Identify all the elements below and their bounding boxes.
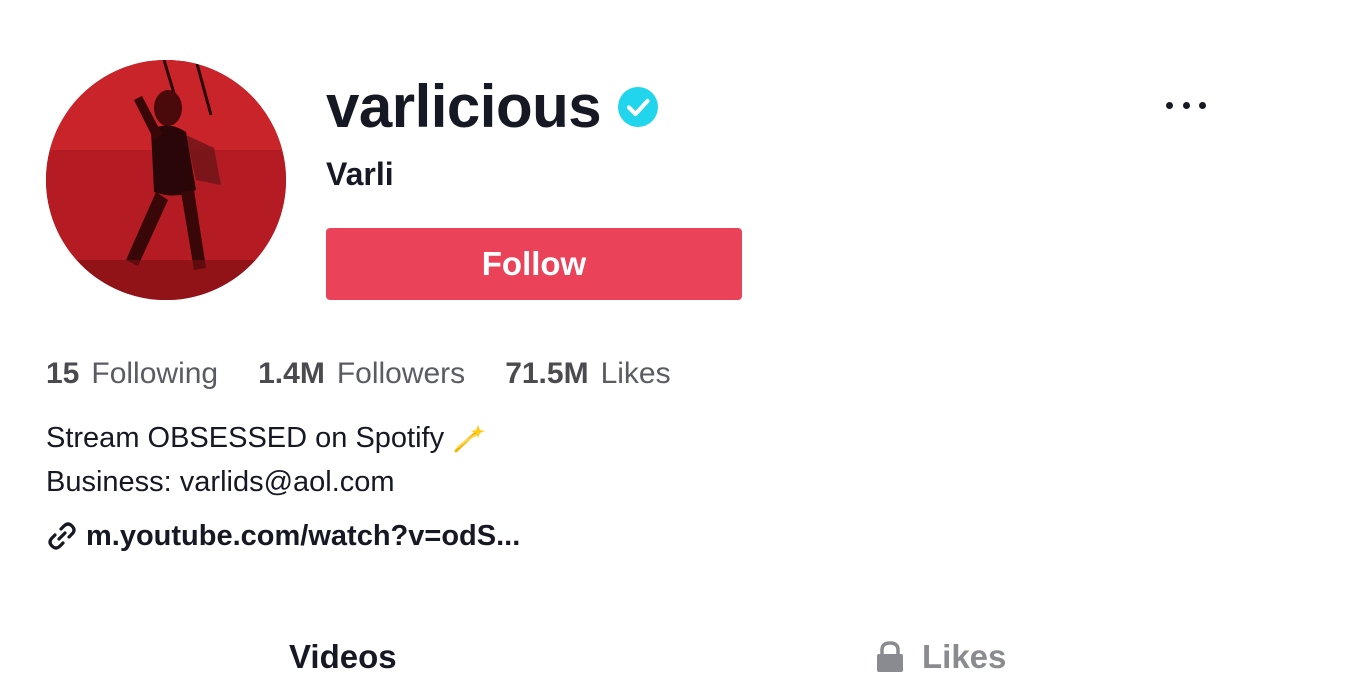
- likes-label: Likes: [600, 357, 671, 390]
- verified-badge-icon: [617, 86, 659, 128]
- more-dot: [1199, 101, 1206, 109]
- bio-link[interactable]: m.youtube.com/watch?v=odS...: [46, 516, 520, 556]
- avatar-image: [46, 60, 286, 300]
- avatar[interactable]: [46, 60, 286, 300]
- more-dot: [1182, 101, 1190, 109]
- bio-link-text: m.youtube.com/watch?v=odS...: [86, 520, 521, 552]
- dizzy-sparkle-icon: [452, 421, 486, 455]
- stat-followers[interactable]: 1.4M Followers: [258, 352, 465, 396]
- tab-likes[interactable]: Likes: [874, 630, 1006, 684]
- profile-page: varlicious Varli Follow 15 Following 1.4…: [0, 0, 1364, 684]
- more-dot: [1166, 101, 1173, 109]
- username: varlicious: [326, 73, 602, 140]
- bio: Stream OBSESSED on Spotify Business: var…: [46, 416, 486, 504]
- tab-likes-label: Likes: [922, 638, 1007, 675]
- profile-tabs: Videos Likes: [0, 630, 1364, 684]
- following-count: 15: [46, 357, 80, 390]
- link-icon: [46, 520, 78, 552]
- lock-icon: [874, 640, 906, 674]
- stat-likes: 71.5M Likes: [505, 352, 670, 396]
- followers-count: 1.4M: [258, 357, 325, 390]
- more-options-button[interactable]: [1160, 90, 1212, 120]
- following-label: Following: [91, 357, 219, 390]
- bio-text-1: Stream OBSESSED on Spotify: [46, 422, 445, 454]
- follow-button[interactable]: Follow: [326, 228, 742, 300]
- bio-text-2: Business: varlids@aol.com: [46, 466, 395, 498]
- profile-stats: 15 Following 1.4M Followers 71.5M Likes: [46, 352, 711, 396]
- tab-videos-label: Videos: [289, 638, 397, 675]
- bio-line: Stream OBSESSED on Spotify: [46, 416, 486, 460]
- likes-count: 71.5M: [505, 357, 589, 390]
- username-row: varlicious: [326, 72, 659, 142]
- bio-line: Business: varlids@aol.com: [46, 460, 486, 504]
- followers-label: Followers: [336, 357, 466, 390]
- tab-videos[interactable]: Videos: [289, 630, 397, 684]
- stat-following[interactable]: 15 Following: [46, 352, 218, 396]
- display-name: Varli: [326, 156, 394, 192]
